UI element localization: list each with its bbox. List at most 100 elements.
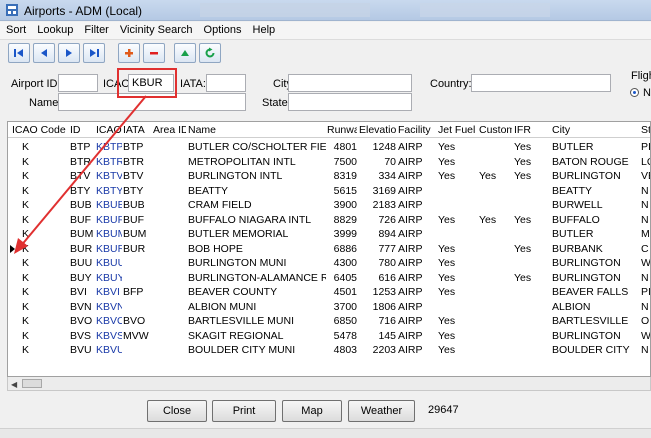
- table-cell: ALBION MUNI: [188, 300, 257, 313]
- table-cell: [153, 213, 186, 227]
- table-cell: 6405: [333, 271, 357, 284]
- table-cell: BVN: [70, 300, 92, 313]
- menu-filter[interactable]: Filter: [84, 22, 108, 36]
- col-area-id-header[interactable]: Area ID: [153, 122, 186, 138]
- name-label: Name:: [29, 97, 62, 109]
- last-record-button[interactable]: [83, 43, 105, 63]
- table-cell: 6886: [333, 242, 357, 255]
- table-cell: 1253: [372, 286, 396, 298]
- table-cell: 5478: [333, 329, 357, 342]
- table-cell: BURLINGTON: [552, 170, 621, 182]
- col-state-header[interactable]: St: [641, 122, 650, 138]
- delete-record-icon: [150, 52, 158, 55]
- annotation-highlight-box: [117, 68, 177, 98]
- table-cell: BUTLER CO/SCHOLTER FIELD: [188, 141, 326, 153]
- table-row[interactable]: K BTR KBTR BTR METROPOLITAN INTL 7500 70 AIRP Ye…: [8, 155, 650, 169]
- table-cell: [153, 198, 186, 212]
- table-cell: 4501: [333, 286, 357, 298]
- table-row[interactable]: KBUUKBUUBURLINGTON MUNI4300780AIRPYesBUR…: [8, 256, 650, 270]
- table-row[interactable]: KBURKBURBURBOB HOPE6886777AIRPYesYesBURB…: [8, 242, 650, 256]
- airports-table[interactable]: ICAO CodeIDICAOIATAArea IDNameRunwayElev…: [7, 121, 651, 377]
- table-cell: BOULDER CITY: [552, 344, 630, 356]
- delete-record-button[interactable]: [143, 43, 165, 63]
- table-cell: [438, 300, 477, 314]
- table-cell: BARTLESVILLE MUNI: [188, 315, 295, 327]
- table-cell: AIRP: [398, 329, 423, 342]
- table-row[interactable]: K BVI KBVI BFP BEAVER COUNTY 4501 1253 AIRP Yes B…: [8, 285, 650, 299]
- table-row[interactable]: K BTV KBTV BTV BURLINGTON INTL 8319 334 AIRP Yes…: [8, 169, 650, 183]
- table-cell: KBUM: [96, 228, 122, 240]
- add-record-button[interactable]: [118, 43, 140, 63]
- table-cell: LO: [641, 155, 650, 168]
- table-cell: KBTV: [96, 170, 122, 182]
- col-name-header[interactable]: Name: [188, 122, 326, 138]
- table-row[interactable]: KBVOKBVOBVOBARTLESVILLE MUNI6850716AIRPY…: [8, 314, 650, 328]
- col-ifr-header[interactable]: IFR: [514, 122, 548, 138]
- country-input[interactable]: [471, 74, 611, 92]
- table-cell: BUM: [123, 228, 147, 240]
- flight-radio-button[interactable]: [630, 88, 639, 97]
- menu-vicinity-search[interactable]: Vicinity Search: [120, 22, 193, 36]
- city-input[interactable]: [288, 74, 412, 92]
- scroll-left-icon[interactable]: ◀: [11, 380, 17, 389]
- table-cell: AIRP: [398, 199, 423, 211]
- table-row[interactable]: KBUMKBUMBUMBUTLER MEMORIAL3999894AIRPBUT…: [8, 227, 650, 241]
- col-icao-code-header[interactable]: ICAO Code: [12, 122, 68, 138]
- col-jet-fuel-header[interactable]: Jet Fuel: [438, 122, 477, 138]
- menu-sort[interactable]: Sort: [6, 22, 26, 36]
- table-row[interactable]: K BUB KBUB BUB CRAM FIELD 3900 2183 AIRP BURWELL…: [8, 198, 650, 212]
- table-row[interactable]: KBUYKBUYBURLINGTON-ALAMANCE RGNL6405616A…: [8, 271, 650, 285]
- col-custom-header[interactable]: Custom: [479, 122, 512, 138]
- table-cell: SKAGIT REGIONAL: [188, 329, 284, 342]
- print-button[interactable]: Print: [212, 400, 276, 422]
- horizontal-scrollbar[interactable]: ◀: [7, 377, 651, 391]
- col-runway-header[interactable]: Runway: [327, 122, 357, 138]
- table-row[interactable]: K BVU KBVU BOULDER CITY MUNI 4803 2203 AIRP Yes…: [8, 343, 650, 357]
- state-input[interactable]: [288, 93, 412, 111]
- col-city-header[interactable]: City: [552, 122, 638, 138]
- table-cell: [123, 343, 151, 357]
- menu-help[interactable]: Help: [253, 22, 276, 36]
- table-cell: KBVN: [96, 300, 122, 313]
- col-id-header[interactable]: ID: [70, 122, 94, 138]
- table-cell: AIRP: [398, 257, 423, 269]
- col-elevation-header[interactable]: Elevation: [359, 122, 396, 138]
- airport-id-input[interactable]: [58, 74, 98, 92]
- refresh-button[interactable]: [199, 43, 221, 63]
- table-row[interactable]: K BVS KBVS MVW SKAGIT REGIONAL 5478 145 AIRP Yes…: [8, 329, 650, 343]
- table-cell: AIRP: [398, 170, 423, 182]
- table-cell: BTP: [123, 141, 144, 153]
- first-record-button[interactable]: [8, 43, 30, 63]
- table-row[interactable]: K BTY KBTY BTY BEATTY 5615 3169 AIRP BEATTY N: [8, 184, 650, 198]
- weather-button[interactable]: Weather: [348, 400, 415, 422]
- col-facility-header[interactable]: Facility: [398, 122, 436, 138]
- table-cell: BTP: [70, 141, 91, 153]
- table-cell: BOULDER CITY MUNI: [188, 344, 296, 356]
- table-cell: BURLINGTON: [552, 271, 621, 284]
- table-cell: 5615: [333, 184, 357, 197]
- table-row[interactable]: K BVN KBVN ALBION MUNI 3700 1806 AIRP ALBION N: [8, 300, 650, 314]
- table-row[interactable]: K BTP KBTP BTP BUTLER CO/SCHOLTER FIELD 4801 1…: [8, 140, 650, 154]
- next-record-button[interactable]: [58, 43, 80, 63]
- col-icao-header[interactable]: ICAO: [96, 122, 122, 138]
- table-cell: [479, 271, 512, 285]
- menu-options[interactable]: Options: [204, 22, 242, 36]
- iata-input[interactable]: [206, 74, 246, 92]
- close-button[interactable]: Close: [147, 400, 207, 422]
- table-cell: BUY: [70, 271, 92, 284]
- table-cell: [153, 314, 186, 328]
- scrollbar-thumb[interactable]: [22, 379, 42, 388]
- table-cell: [479, 198, 512, 212]
- last-record-icon: [90, 49, 99, 57]
- table-cell: 2203: [372, 344, 396, 356]
- prev-record-button[interactable]: [33, 43, 55, 63]
- map-button[interactable]: Map: [282, 400, 342, 422]
- table-cell: BVS: [70, 329, 92, 342]
- col-iata-header[interactable]: IATA: [123, 122, 151, 138]
- table-cell: BATON ROUGE: [552, 155, 629, 168]
- post-record-button[interactable]: [174, 43, 196, 63]
- table-cell: [438, 227, 477, 241]
- table-row[interactable]: K BUF KBUF BUF BUFFALO NIAGARA INTL 8829 726 AI…: [8, 213, 650, 227]
- menu-lookup[interactable]: Lookup: [37, 22, 73, 36]
- table-cell: Yes: [514, 242, 532, 255]
